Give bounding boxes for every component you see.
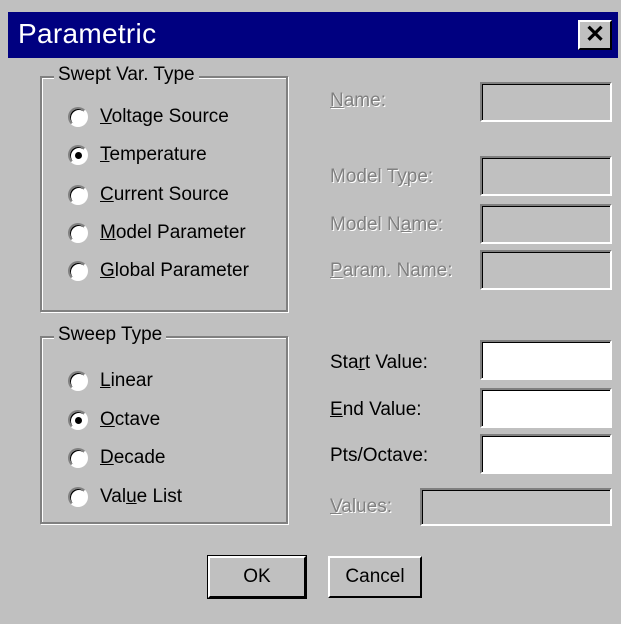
sweep-type-legend: Sweep Type xyxy=(54,324,167,346)
radio-circle[interactable] xyxy=(68,487,88,507)
name-field[interactable] xyxy=(480,82,612,122)
radio-decade[interactable]: Decade xyxy=(68,445,166,471)
name-label: Name: xyxy=(330,90,386,111)
radio-voltage-source[interactable]: Voltage Source xyxy=(68,104,229,130)
radio-circle[interactable] xyxy=(68,223,88,243)
radio-label: Value List xyxy=(100,486,183,507)
radio-label: Current Source xyxy=(100,184,229,205)
radio-circle[interactable] xyxy=(68,261,88,281)
parametric-dialog: Parametric ✕ Swept Var. Type Voltage Sou… xyxy=(0,0,621,624)
title-bar[interactable]: Parametric ✕ xyxy=(8,12,618,58)
ok-button[interactable]: OK xyxy=(207,555,307,599)
window-title: Parametric xyxy=(18,18,157,49)
radio-label: Temperature xyxy=(100,144,207,165)
model-type-field[interactable] xyxy=(480,156,612,196)
close-icon: ✕ xyxy=(584,21,606,48)
radio-circle[interactable] xyxy=(68,185,88,205)
model-name-field[interactable] xyxy=(480,204,612,244)
param-name-field[interactable] xyxy=(480,250,612,290)
radio-circle[interactable] xyxy=(68,448,88,468)
radio-circle[interactable] xyxy=(68,145,88,165)
radio-model-parameter[interactable]: Model Parameter xyxy=(68,220,246,246)
radio-label: Voltage Source xyxy=(100,106,229,127)
swept-var-type-legend: Swept Var. Type xyxy=(54,64,199,86)
cancel-button-label: Cancel xyxy=(345,566,405,587)
param-name-label: Param. Name: xyxy=(330,260,453,281)
cancel-button[interactable]: Cancel xyxy=(328,556,422,598)
model-name-label: Model Name: xyxy=(330,214,444,235)
radio-linear[interactable]: Linear xyxy=(68,368,153,394)
radio-current-source[interactable]: Current Source xyxy=(68,182,229,208)
radio-label: Global Parameter xyxy=(100,260,249,281)
radio-global-parameter[interactable]: Global Parameter xyxy=(68,258,249,284)
close-button[interactable]: ✕ xyxy=(578,20,612,50)
radio-label: Decade xyxy=(100,447,166,468)
sweep-type-group: Sweep Type Linear Octave Decade Value Li… xyxy=(40,324,288,524)
radio-temperature[interactable]: Temperature xyxy=(68,142,207,168)
ok-button-label: OK xyxy=(243,566,271,587)
start-value-label: Start Value: xyxy=(330,352,428,373)
radio-value-list[interactable]: Value List xyxy=(68,484,182,510)
radio-circle[interactable] xyxy=(68,410,88,430)
end-value-input[interactable] xyxy=(480,388,612,428)
pts-octave-input[interactable] xyxy=(480,434,612,474)
radio-circle[interactable] xyxy=(68,107,88,127)
radio-label: Linear xyxy=(100,370,153,391)
pts-octave-label: Pts/Octave: xyxy=(330,445,429,466)
radio-label: Model Parameter xyxy=(100,222,246,243)
start-value-input[interactable] xyxy=(480,340,612,380)
radio-octave[interactable]: Octave xyxy=(68,407,160,433)
radio-circle[interactable] xyxy=(68,371,88,391)
radio-label: Octave xyxy=(100,409,161,430)
values-label: Values: xyxy=(330,496,392,517)
values-field[interactable] xyxy=(420,488,612,526)
swept-var-type-group: Swept Var. Type Voltage Source Temperatu… xyxy=(40,64,288,312)
model-type-label: Model Type: xyxy=(330,166,434,187)
end-value-label: End Value: xyxy=(330,399,422,420)
